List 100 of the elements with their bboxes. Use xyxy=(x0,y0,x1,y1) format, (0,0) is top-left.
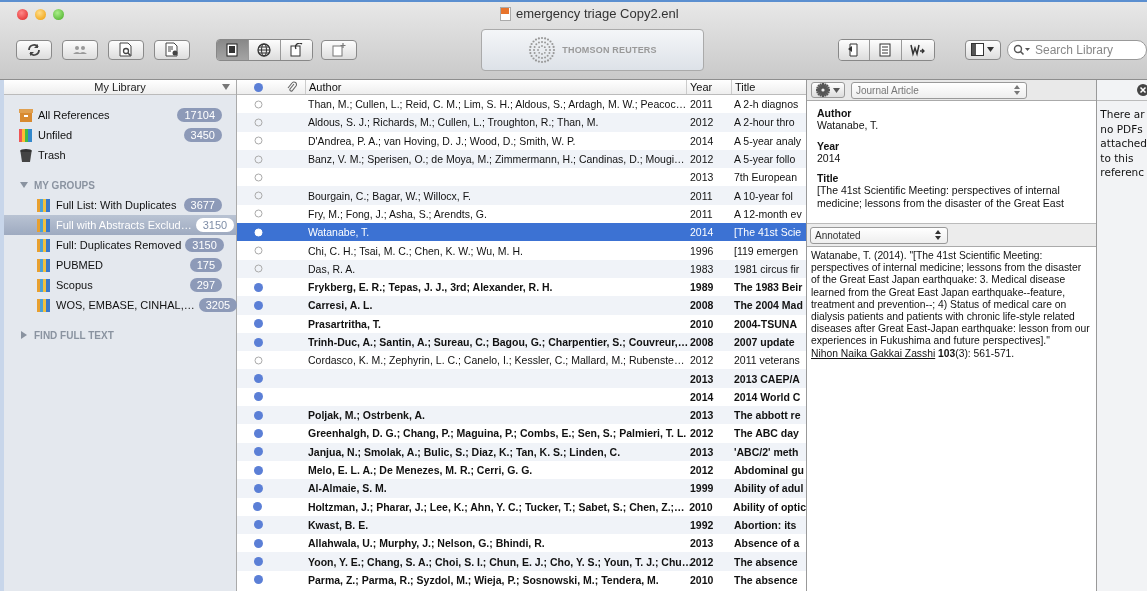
title-cell: 1981 circus fir xyxy=(734,262,800,275)
reference-row[interactable]: Melo, E. L. A.; De Menezes, M. R.; Cerri, G. G. 2012 Abdominal gu xyxy=(237,460,806,480)
library-item[interactable]: Trash xyxy=(4,145,236,165)
field-value[interactable]: Watanabe, T. xyxy=(817,119,1087,132)
library-header[interactable]: My Library xyxy=(4,80,236,95)
reference-row[interactable]: Carresi, A. L. 2008 The 2004 Mad xyxy=(237,296,806,315)
year-cell: 2010 xyxy=(689,500,713,513)
updown-icon xyxy=(1014,85,1020,95)
w-arrow-icon xyxy=(910,42,927,57)
reference-row[interactable]: Das, R. A. 1983 1981 circus fir xyxy=(237,259,806,278)
document-search-icon xyxy=(119,42,133,57)
reference-row[interactable]: Holtzman, J.; Pharar, J.; Lee, K.; Ahn, Y. C.; Tucker, T.; Sabet, S.; Chen, Z.;… 2010 Ability of optic xyxy=(237,497,806,516)
title-cell: A 12-month ev xyxy=(734,207,802,220)
layout-tab[interactable] xyxy=(280,39,313,60)
search-field[interactable]: Search Library xyxy=(1007,39,1147,60)
reference-row[interactable]: Frykberg, E. R.; Tepas, J. J., 3rd; Alexander, R. H. 1989 The 1983 Beir xyxy=(237,277,806,297)
year-cell: 2010 xyxy=(690,573,714,586)
close-icon[interactable] xyxy=(1137,84,1147,96)
title-cell: Absence of a xyxy=(734,537,800,550)
author-cell: Than, M.; Cullen, L.; Reid, C. M.; Lim, S. H.; Aldous, S.; Ardagh, M. W.; Peacoc… xyxy=(308,98,687,111)
layout-menu-button[interactable] xyxy=(965,39,1001,60)
style-select[interactable]: Annotated xyxy=(810,226,948,244)
books-icon xyxy=(36,277,52,293)
reference-row[interactable]: Banz, V. M.; Sperisen, O.; de Moya, M.; Zimmermann, H.; Candinas, D.; Mougi… 2012 A 5-year follo xyxy=(237,149,806,169)
reference-row[interactable]: Al-Almaie, S. M. 1999 Ability of adul xyxy=(237,479,806,498)
title-cell: 2007 update xyxy=(734,336,795,348)
word-button[interactable] xyxy=(902,39,934,60)
reference-row[interactable]: D'Andrea, P. A.; van Hoving, D. J.; Wood, D.; Smith, W. P. 2014 A 5-year analy xyxy=(237,131,806,150)
layout-tab[interactable] xyxy=(248,39,281,60)
reference-row[interactable]: Allahwala, U.; Murphy, J.; Nelson, G.; Bhindi, R. 2013 Absence of a xyxy=(237,534,806,553)
close-button[interactable] xyxy=(17,8,28,20)
reference-row[interactable]: Aldous, S. J.; Richards, M.; Cullen, L.; Troughton, R.; Than, M. 2012 A 2-hour thro xyxy=(237,113,806,132)
reference-row[interactable]: Bourgain, C.; Bagar, W.; Willocx, F. 2011 A 10-year fol xyxy=(237,186,806,205)
field-value[interactable]: 2014 xyxy=(817,151,1087,164)
author-cell: Trinh-Duc, A.; Santin, A.; Sureau, C.; Bagou, G.; Charpentier, S.; Couvreur,… xyxy=(308,336,689,348)
author-cell: Frykberg, E. R.; Tepas, J. J., 3rd; Alexander, R. H. xyxy=(308,281,553,294)
reference-row[interactable]: Prasartritha, T. 2010 2004-TSUNA xyxy=(237,314,806,333)
find-button[interactable] xyxy=(108,39,144,60)
reference-row[interactable]: Parma, Z.; Parma, R.; Syzdol, M.; Wieja, P.; Sosnowski, M.; Tendera, M. 2010 The absence xyxy=(237,570,806,589)
reference-type-select[interactable]: Journal Article xyxy=(851,81,1027,99)
layout-tab[interactable] xyxy=(217,39,249,60)
journal-link[interactable]: Nihon Naika Gakkai Zasshi xyxy=(811,347,936,359)
reference-row[interactable]: Chi, C. H.; Tsai, M. C.; Chen, K. W.; Wu, M. H. 1996 [119 emergen xyxy=(237,241,806,260)
title-cell: The abbott re xyxy=(734,409,801,422)
title-cell: [119 emergen xyxy=(734,244,798,257)
library-item[interactable]: Unfiled 3450 xyxy=(4,125,236,145)
year-cell: 2008 xyxy=(690,299,714,312)
download-button[interactable] xyxy=(838,39,871,60)
group-item[interactable]: Full with Abstracts Exclud… 3150 xyxy=(4,215,236,235)
title-cell: The absence xyxy=(734,555,798,568)
field-value[interactable]: [The 41st Scientific Meeting: perspectives of internal medicine; lessons from the disaster of the Great East xyxy=(817,184,1087,209)
format-button[interactable] xyxy=(154,39,190,60)
column-header[interactable]: Author xyxy=(305,80,686,94)
reference-row[interactable]: Watanabe, T. 2014 [The 41st Scie xyxy=(237,223,806,242)
title-cell: A 5-year follo xyxy=(734,153,796,166)
logo-text: THOMSON REUTERS xyxy=(562,44,657,55)
new-reference-button[interactable] xyxy=(321,39,358,60)
reference-row[interactable]: Greenhalgh, D. G.; Chang, P.; Maguina, P.; Combs, E.; Sen, S.; Palmieri, T. L. 2012 The ABC day xyxy=(237,424,806,443)
share-button[interactable] xyxy=(62,39,98,60)
year-cell: 2014 xyxy=(690,226,714,239)
year-cell: 2012 xyxy=(690,153,714,166)
reference-row[interactable]: Trinh-Duc, A.; Santin, A.; Sureau, C.; Bagou, G.; Charpentier, S.; Couvreur,… 2008 2007 update xyxy=(237,332,806,352)
reference-row[interactable]: Yoon, Y. E.; Chang, S. A.; Choi, S. I.; Chun, E. J.; Cho, Y. S.; Youn, T. J.; Chu…2012 The absence xyxy=(237,552,806,571)
column-header[interactable]: Year xyxy=(686,80,731,94)
settings-button[interactable] xyxy=(811,82,845,98)
reference-row[interactable]: Janjua, N.; Smolak, A.; Bulic, S.; Diaz, K.; Tan, K. S.; Linden, C. 2013 'ABC/2' meth xyxy=(237,442,806,461)
author-cell: Watanabe, T. xyxy=(308,226,370,239)
title-cell: Abdominal gu xyxy=(734,464,804,477)
library-item[interactable]: All References 17104 xyxy=(4,105,236,125)
author-cell: Das, R. A. xyxy=(308,262,356,275)
paperclip-icon xyxy=(287,81,297,93)
title-cell: Ability of optic xyxy=(733,500,806,513)
read-status-icon xyxy=(253,82,263,92)
trash-icon xyxy=(18,147,34,163)
author-cell: D'Andrea, P. A.; van Hoving, D. J.; Wood, D.; Smith, W. P. xyxy=(308,134,576,147)
author-cell: Allahwala, U.; Murphy, J.; Nelson, G.; Bhindi, R. xyxy=(308,537,545,550)
group-item[interactable]: WOS, EMBASE, CINHAL,… 3205 xyxy=(4,295,236,315)
column-header[interactable]: Title xyxy=(731,80,806,94)
box-icon xyxy=(18,107,34,123)
reference-row[interactable]: Poljak, M.; Ostrbenk, A. 2013 The abbott re xyxy=(237,406,806,425)
page-plus-icon xyxy=(332,42,347,57)
people-icon xyxy=(72,43,88,56)
year-cell: 2012 xyxy=(690,427,714,440)
reference-row[interactable]: Kwast, B. E. 1992 Abortion: its xyxy=(237,515,806,535)
reference-row[interactable]: Cordasco, K. M.; Zephyrin, L. C.; Canelo, I.; Kessler, C.; Mallard, M.; Rubenste… 2012 2011 veterans xyxy=(237,351,806,370)
reference-row[interactable]: Fry, M.; Fong, J.; Asha, S.; Arendts, G. 2011 A 12-month ev xyxy=(237,204,806,224)
reference-row[interactable]: 2014 2014 World C xyxy=(237,387,806,407)
reference-row[interactable]: 2013 7th European xyxy=(237,168,806,187)
author-cell: Chi, C. H.; Tsai, M. C.; Chen, K. W.; Wu, M. H. xyxy=(308,244,523,257)
reference-row[interactable]: Than, M.; Cullen, L.; Reid, C. M.; Lim, S. H.; Aldous, S.; Ardagh, M. W.; Peacoc… 2011 A 2-h diagnos xyxy=(237,95,806,114)
year-cell: 1983 xyxy=(690,262,714,275)
group-item[interactable]: Full List: With Duplicates 3677 xyxy=(4,195,236,215)
caret-icon xyxy=(833,87,840,93)
panel-layout-icon xyxy=(971,43,985,56)
group-item[interactable]: PUBMED 175 xyxy=(4,255,236,275)
year-cell: 2012 xyxy=(690,464,714,477)
group-item[interactable]: Scopus 297 xyxy=(4,275,236,295)
reference-row[interactable]: 2013 2013 CAEP/A xyxy=(237,369,806,388)
group-item[interactable]: Full: Duplicates Removed 3150 xyxy=(4,235,236,255)
sync-button[interactable] xyxy=(16,39,52,60)
